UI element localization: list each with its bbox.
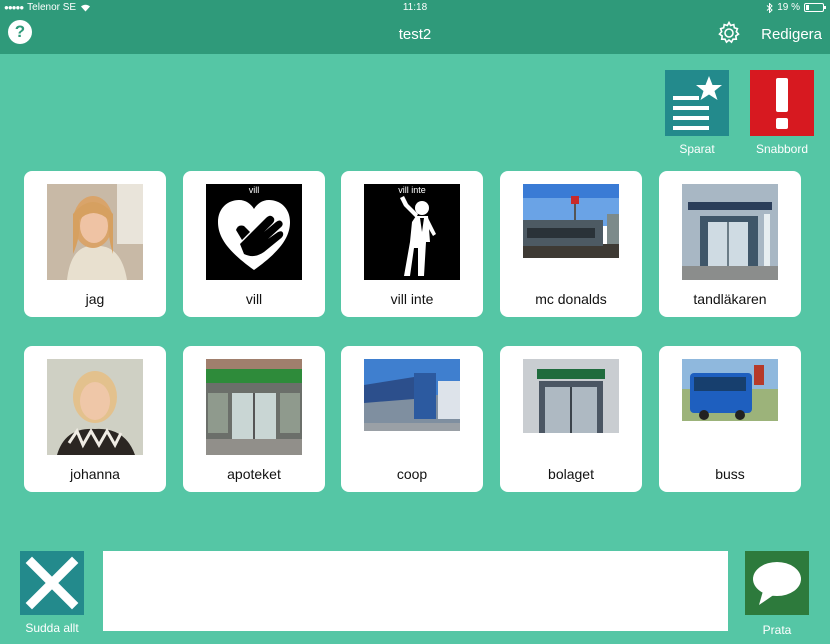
photo-dentist	[682, 184, 778, 280]
speak-tile	[745, 551, 809, 615]
card-label: apoteket	[227, 466, 281, 482]
photo-pharmacy	[206, 359, 302, 455]
close-icon	[25, 556, 79, 610]
card-label: jag	[85, 291, 105, 307]
photo-person-jag	[47, 184, 143, 280]
photo-bus	[682, 359, 778, 455]
card-label: johanna	[70, 466, 120, 482]
speak-button[interactable]: Prata	[744, 551, 810, 637]
card-label: coop	[396, 466, 428, 482]
quick-board-button[interactable]: Snabbord	[749, 70, 815, 156]
quick-board-label: Snabbord	[755, 142, 809, 156]
status-time: 11:18	[402, 2, 428, 13]
photo-person-johanna	[47, 359, 143, 455]
saved-tile	[665, 70, 729, 136]
card-jag[interactable]: jag	[24, 171, 166, 317]
clear-all-button[interactable]: Sudda allt	[19, 551, 85, 635]
battery-icon	[804, 3, 826, 12]
card-apoteket[interactable]: apoteket	[183, 346, 325, 492]
card-label: bolaget	[548, 466, 594, 482]
speech-bubble-icon	[753, 562, 801, 605]
status-bar: ●●●●● Telenor SE 11:18 19 %	[0, 0, 830, 16]
card-label: buss	[715, 466, 745, 482]
card-vill-inte[interactable]: vill inte vill inte	[341, 171, 483, 317]
card-buss[interactable]: buss	[659, 346, 801, 492]
card-label: tandläkaren	[693, 291, 767, 307]
symbol-want	[206, 184, 302, 280]
card-tandlakaren[interactable]: tandläkaren	[659, 171, 801, 317]
quick-board-tile	[750, 70, 814, 136]
saved-label: Sparat	[679, 142, 715, 156]
edit-button[interactable]: Redigera	[761, 26, 822, 43]
card-johanna[interactable]: johanna	[24, 346, 166, 492]
card-label: mc donalds	[535, 291, 607, 307]
card-coop[interactable]: coop	[341, 346, 483, 492]
speak-label: Prata	[762, 623, 792, 637]
exclamation-icon	[776, 78, 788, 129]
photo-mcdonalds	[523, 184, 619, 280]
saved-button[interactable]: Sparat	[664, 70, 730, 156]
page-title: test2	[398, 26, 432, 43]
card-label: vill inte	[390, 291, 434, 307]
card-bolaget[interactable]: bolaget	[500, 346, 642, 492]
clear-all-tile	[20, 551, 84, 615]
bluetooth-icon	[766, 2, 773, 13]
battery-text: 19 %	[777, 2, 800, 13]
saved-list-star-icon	[673, 76, 722, 130]
message-bar[interactable]	[103, 551, 728, 631]
symbol-caption: vill	[248, 185, 260, 195]
gear-icon[interactable]	[716, 20, 742, 46]
status-right: 19 %	[766, 2, 826, 13]
symbol-caption: vill inte	[398, 185, 426, 195]
card-mc-donalds[interactable]: mc donalds	[500, 171, 642, 317]
photo-coop	[364, 359, 460, 455]
card-label: vill	[245, 291, 263, 307]
nav-bar: ? test2 Redigera	[0, 16, 830, 54]
clear-all-label: Sudda allt	[25, 621, 79, 635]
photo-systembolaget	[523, 359, 619, 455]
card-vill[interactable]: vill vill	[183, 171, 325, 317]
symbol-dont-want	[364, 184, 460, 280]
